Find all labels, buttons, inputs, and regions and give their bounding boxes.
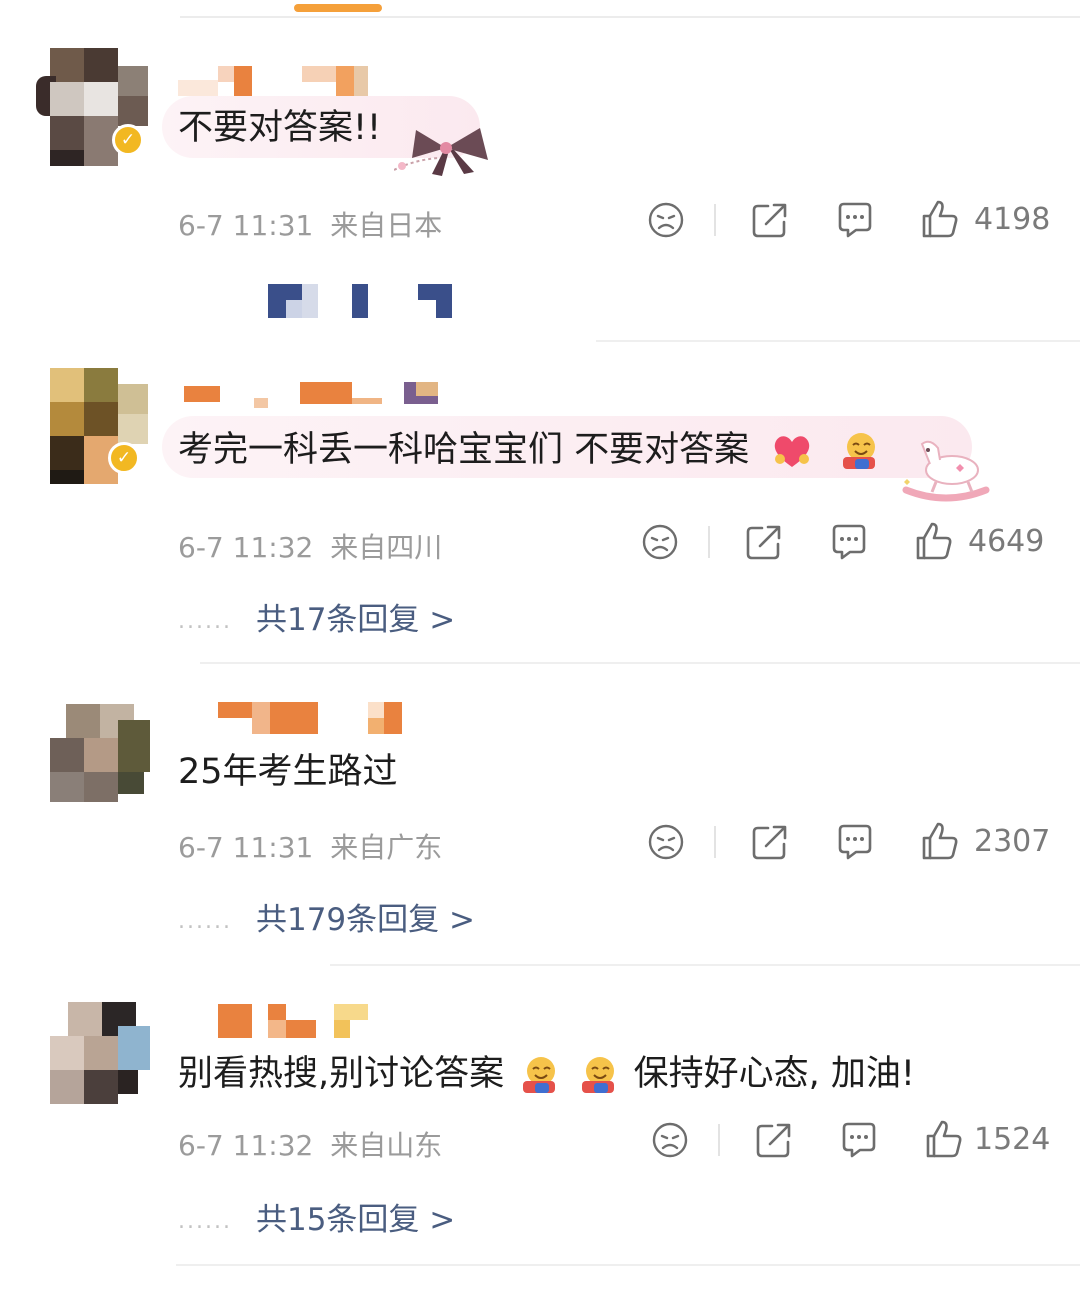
like-thumb-icon[interactable] [918, 820, 962, 864]
username-redacted[interactable] [178, 382, 458, 416]
share-icon[interactable] [742, 520, 786, 564]
comment-text-part1: 别看热搜,别讨论答案 [178, 1054, 505, 1094]
comment-text: 不要对答案!! [178, 108, 382, 148]
comment-time: 6-7 11:32 [178, 531, 314, 564]
comment-text: 别看热搜,别讨论答案 保持好心态, 加油! [178, 1052, 915, 1096]
hug-emoji-icon [843, 433, 876, 469]
comment-location: 来自四川 [330, 531, 443, 564]
divider [596, 340, 1080, 342]
comment-meta: 6-7 11:32 来自山东 [178, 1124, 442, 1164]
like-thumb-icon[interactable] [922, 1118, 966, 1162]
avatar[interactable] [50, 696, 150, 814]
reply-dots: ...... [178, 909, 232, 934]
rocking-horse-icon [902, 440, 990, 502]
share-icon[interactable] [752, 1118, 796, 1162]
bow-icon [394, 128, 488, 176]
like-count: 1524 [974, 1122, 1051, 1157]
separator [718, 1124, 720, 1156]
avatar[interactable] [50, 1002, 150, 1120]
reply-dots: ...... [178, 1209, 232, 1234]
verified-badge-icon: ✓ [112, 124, 144, 156]
comment-location: 来自山东 [330, 1129, 443, 1162]
username-redacted[interactable] [178, 702, 418, 736]
comment-icon[interactable] [832, 198, 876, 242]
comment-time: 6-7 11:31 [178, 209, 314, 242]
view-replies-link[interactable]: ...... 共179条回复 > [178, 894, 475, 939]
like-thumb-icon[interactable] [912, 520, 956, 564]
dislike-face-icon[interactable] [644, 198, 688, 242]
divider [330, 964, 1080, 966]
tab-indicator [294, 4, 382, 12]
reply-count-text: 共15条回复 > [255, 1202, 456, 1238]
reply-count-text: 共17条回复 > [255, 602, 456, 638]
dislike-face-icon[interactable] [644, 820, 688, 864]
username-redacted[interactable] [178, 1004, 378, 1038]
comment-time: 6-7 11:32 [178, 1129, 314, 1162]
comment-meta: 6-7 11:31 来自广东 [178, 826, 442, 866]
heart-emoji-icon [775, 436, 810, 467]
comment-time: 6-7 11:31 [178, 831, 314, 864]
comment-meta: 6-7 11:32 来自四川 [178, 526, 442, 566]
separator [714, 826, 716, 858]
dislike-face-icon[interactable] [648, 1118, 692, 1162]
hug-emoji-icon [523, 1057, 556, 1093]
comment-location: 来自广东 [330, 831, 443, 864]
reply-dots: ...... [178, 609, 232, 634]
comment-actions: 2307 [640, 820, 1050, 870]
view-replies-link[interactable]: ...... 共17条回复 > [178, 594, 455, 639]
reply-count-text: 共179条回复 > [255, 902, 475, 938]
comment-actions: 4198 [640, 198, 1050, 248]
verified-badge-icon: ✓ [108, 442, 140, 474]
username-redacted[interactable] [178, 66, 378, 100]
like-count: 4198 [974, 202, 1051, 237]
like-count: 2307 [974, 824, 1051, 859]
like-count: 4649 [968, 524, 1045, 559]
comment-actions: 1524 [644, 1118, 1051, 1168]
comment-text: 25年考生路过 [178, 752, 398, 792]
comment-text-part2: 保持好心态, 加油! [633, 1054, 915, 1094]
comment-icon[interactable] [826, 520, 870, 564]
divider [180, 16, 1080, 18]
share-icon[interactable] [748, 198, 792, 242]
comment-meta: 6-7 11:31 来自日本 [178, 204, 442, 244]
comment-icon[interactable] [832, 820, 876, 864]
divider [176, 1264, 1080, 1266]
view-replies-link[interactable]: ...... 共15条回复 > [178, 1194, 455, 1239]
hug-emoji-icon [582, 1057, 615, 1093]
like-thumb-icon[interactable] [918, 198, 962, 242]
dislike-face-icon[interactable] [638, 520, 682, 564]
comment-actions: 4649 [634, 520, 1044, 570]
redacted-block [268, 284, 458, 318]
separator [714, 204, 716, 236]
separator [708, 526, 710, 558]
share-icon[interactable] [748, 820, 792, 864]
comment-text: 考完一科丢一科哈宝宝们 不要对答案 [178, 428, 883, 472]
comment-location: 来自日本 [330, 209, 443, 242]
comment-text-content: 考完一科丢一科哈宝宝们 不要对答案 [178, 430, 750, 470]
divider [200, 662, 1080, 664]
comment-icon[interactable] [836, 1118, 880, 1162]
